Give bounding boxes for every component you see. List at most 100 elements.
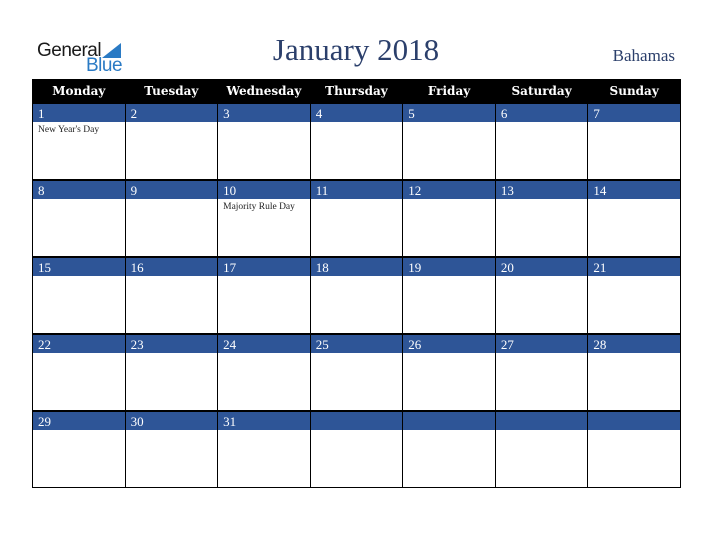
holiday-label [496, 430, 588, 432]
holiday-label [588, 353, 680, 355]
day-number-cell: 4 [309, 102, 404, 122]
day-event-cell [494, 122, 589, 180]
day-number-cell: 30 [124, 410, 219, 430]
day-number [588, 412, 680, 413]
day-number: 13 [500, 183, 514, 198]
day-event-cell [124, 122, 219, 180]
weekday-tuesday: Tuesday [124, 79, 219, 104]
day-event-cell [309, 122, 404, 180]
holiday-label [126, 276, 218, 278]
day-number-cell [402, 410, 496, 430]
day-event-cell [32, 199, 126, 257]
day-number-cell: 7 [587, 102, 681, 122]
holiday-label [588, 430, 680, 432]
weekday-friday: Friday [402, 79, 496, 104]
holiday-label [126, 430, 218, 432]
day-number-cell: 27 [494, 333, 589, 353]
week-event-row [32, 353, 681, 411]
day-number: 4 [315, 106, 323, 121]
day-number: 14 [593, 183, 607, 198]
day-number-cell: 2 [124, 102, 219, 122]
calendar-grid: Monday Tuesday Wednesday Thursday Friday… [32, 79, 681, 488]
holiday-label [588, 199, 680, 201]
holiday-label [588, 276, 680, 278]
day-number-cell: 14 [587, 179, 681, 199]
holiday-label [403, 430, 495, 432]
week-event-row: New Year's Day [32, 122, 681, 180]
holiday-label [33, 276, 125, 278]
day-number-cell: 16 [124, 256, 219, 276]
country-label: Bahamas [612, 46, 675, 65]
holiday-label [218, 353, 310, 355]
day-number-cell: 1 [32, 102, 126, 122]
holiday-label: Majority Rule Day [223, 202, 295, 212]
week-event-row: Majority Rule Day [32, 199, 681, 257]
day-event-cell [402, 353, 496, 411]
day-number-cell: 10 [217, 179, 311, 199]
holiday-label: New Year's Day [38, 125, 100, 135]
day-number: 11 [315, 183, 329, 198]
weekday-wednesday: Wednesday [217, 79, 311, 104]
day-number-cell: 29 [32, 410, 126, 430]
day-event-cell [402, 199, 496, 257]
day-number [496, 412, 588, 413]
day-number-cell [309, 410, 404, 430]
day-number: 27 [500, 337, 514, 352]
day-number-cell: 6 [494, 102, 589, 122]
day-number: 20 [500, 260, 514, 275]
holiday-label [496, 122, 588, 124]
day-number: 8 [38, 183, 45, 198]
day-number-cell: 20 [494, 256, 589, 276]
week-date-row: 29 30 31 [32, 410, 681, 430]
day-number-cell: 13 [494, 179, 589, 199]
weekday-sunday: Sunday [587, 79, 681, 104]
day-event-cell [217, 122, 311, 180]
day-event-cell [217, 353, 311, 411]
day-number-cell: 8 [32, 179, 126, 199]
day-number-cell: 28 [587, 333, 681, 353]
day-event-cell [587, 353, 681, 411]
day-number: 9 [130, 183, 138, 198]
week-event-row [32, 430, 681, 488]
weekday-saturday: Saturday [494, 79, 589, 104]
day-number: 3 [223, 106, 230, 121]
holiday-label [496, 276, 588, 278]
day-event-cell [124, 199, 219, 257]
day-event-cell [402, 430, 496, 488]
weekday-thursday: Thursday [309, 79, 404, 104]
holiday-label [311, 353, 403, 355]
day-number-cell: 3 [217, 102, 311, 122]
holiday-label [496, 199, 588, 201]
day-event-cell [124, 430, 219, 488]
calendar-title: January 2018 [272, 32, 440, 67]
day-number [403, 412, 495, 413]
day-number: 28 [593, 337, 607, 352]
day-number: 19 [408, 260, 422, 275]
day-event-cell [124, 353, 219, 411]
weekday-monday: Monday [32, 79, 126, 104]
holiday-label [403, 122, 495, 124]
day-number-cell: 9 [124, 179, 219, 199]
holiday-label [403, 199, 495, 201]
holiday-label [218, 430, 310, 432]
day-number: 10 [223, 183, 237, 198]
holiday-label [403, 353, 495, 355]
day-number-cell: 11 [309, 179, 404, 199]
weekday-header-row: Monday Tuesday Wednesday Thursday Friday… [32, 79, 681, 104]
day-event-cell [32, 353, 126, 411]
day-number-cell: 22 [32, 333, 126, 353]
holiday-label [403, 276, 495, 278]
week-date-row: 1 2 3 4 5 6 7 [32, 102, 681, 122]
day-number-cell: 19 [402, 256, 496, 276]
day-number-cell: 12 [402, 179, 496, 199]
day-number-cell [494, 410, 589, 430]
day-number: 25 [315, 337, 329, 352]
week-date-row: 22 23 24 25 26 27 28 [32, 333, 681, 353]
day-number: 16 [130, 260, 144, 275]
holiday-label [496, 353, 588, 355]
day-number-cell [587, 410, 681, 430]
day-number: 12 [408, 183, 422, 198]
day-event-cell [587, 430, 681, 488]
day-number-cell: 31 [217, 410, 311, 430]
day-number: 7 [593, 106, 600, 121]
